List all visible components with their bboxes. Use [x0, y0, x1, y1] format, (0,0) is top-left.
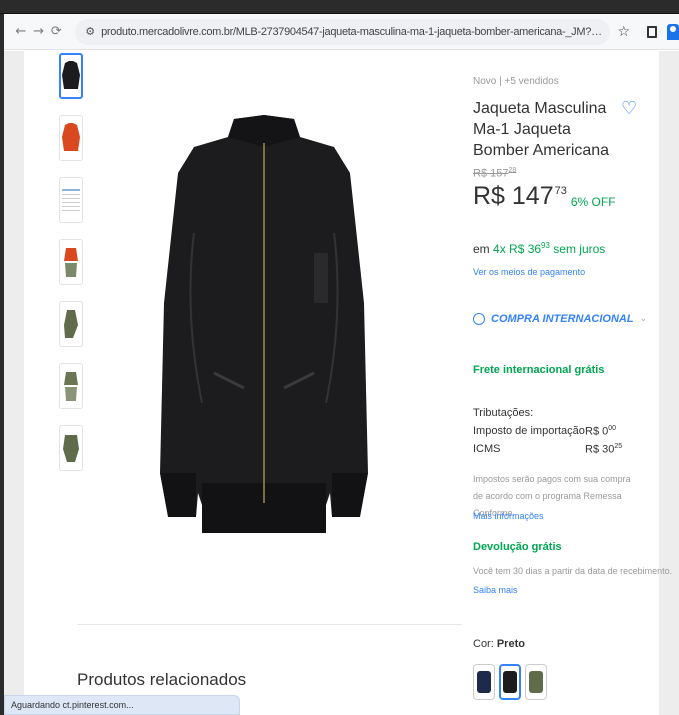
thumbnail-5[interactable] — [59, 301, 83, 347]
site-settings-icon[interactable]: ⚙ — [85, 25, 95, 38]
learn-more-link[interactable]: Saiba mais — [473, 585, 518, 595]
old-price: R$ 15728 — [473, 167, 517, 180]
bookmark-star-icon[interactable]: ☆ — [618, 24, 636, 40]
chevron-down-icon: ⌄ — [639, 314, 648, 324]
reload-icon[interactable]: ⟳ — [47, 22, 65, 42]
price-amount: R$ 147 — [473, 182, 554, 210]
size-chart-thumb-icon — [62, 189, 80, 211]
model-thumb-icon — [64, 372, 78, 401]
black-jacket-icon — [503, 671, 517, 693]
taxes-label: Tributações: — [473, 407, 534, 419]
model-thumb-icon — [63, 435, 79, 462]
page-right-gutter — [659, 51, 679, 715]
status-bar: Aguardando ct.pinterest.com... — [4, 695, 240, 715]
browser-toolbar: ← → ⟳ ⚙ produto.mercadolivre.com.br/MLB-… — [4, 14, 679, 50]
more-info-link[interactable]: Mais informações — [473, 511, 544, 521]
model-thumb-icon — [64, 248, 78, 277]
shipping-info: Frete internacional grátis — [473, 364, 605, 376]
related-products-title: Produtos relacionados — [77, 670, 247, 689]
returns-title: Devolução grátis — [473, 541, 562, 553]
window-top-bar — [0, 0, 679, 14]
product-title: Jaqueta Masculina Ma-1 Jaqueta Bomber Am… — [473, 100, 610, 159]
thumbnail-2[interactable] — [59, 115, 83, 161]
payment-methods-link[interactable]: Ver os meios de pagamento — [473, 267, 585, 277]
navy-jacket-icon — [477, 671, 491, 693]
price-cents: 73 — [554, 185, 567, 197]
thumbnail-6[interactable] — [59, 363, 83, 409]
olive-jacket-icon — [529, 671, 543, 693]
globe-icon — [473, 313, 485, 325]
thumbnail-3[interactable] — [59, 177, 83, 223]
main-product-image — [160, 115, 368, 533]
page-left-gutter — [4, 51, 24, 715]
color-swatch-black[interactable] — [499, 664, 521, 700]
model-thumb-icon — [64, 310, 78, 338]
url-text[interactable]: produto.mercadolivre.com.br/MLB-27379045… — [101, 26, 609, 38]
tax-row: Imposto de importação R$ 000 — [473, 425, 617, 438]
product-page: Produtos relacionados Novo | +5 vendidos… — [4, 51, 679, 715]
condition-sales: Novo | +5 vendidos — [473, 76, 559, 87]
tax-row: ICMS R$ 3025 — [473, 443, 623, 456]
jacket-thumb-icon — [62, 61, 80, 89]
thumbnail-7[interactable] — [59, 425, 83, 471]
address-bar[interactable]: ⚙ produto.mercadolivre.com.br/MLB-273790… — [75, 18, 610, 45]
section-divider — [77, 624, 462, 625]
color-swatches — [473, 664, 551, 700]
returns-note: Você tem 30 dias a partir da data de rec… — [473, 566, 673, 576]
thumbnail-4[interactable] — [59, 239, 83, 285]
color-label: Cor: Preto — [473, 638, 525, 650]
thumbnail-1[interactable] — [59, 53, 83, 99]
back-arrow-icon[interactable]: ← — [12, 22, 30, 42]
thumbnail-gallery — [59, 53, 85, 487]
installments: em 4x R$ 3693 sem juros — [473, 241, 606, 256]
color-swatch-olive[interactable] — [525, 664, 547, 700]
profile-avatar-icon[interactable] — [667, 23, 679, 40]
side-panel-icon[interactable] — [647, 25, 658, 38]
international-purchase[interactable]: COMPRA INTERNACIONAL ⌄ — [473, 313, 647, 325]
color-swatch-navy[interactable] — [473, 664, 495, 700]
discount-badge: 6% OFF — [570, 195, 616, 209]
orange-jacket-thumb-icon — [62, 123, 80, 151]
current-price: R$ 147 73 6% OFF — [473, 182, 616, 211]
forward-arrow-icon[interactable]: → — [30, 22, 48, 42]
favorite-heart-icon[interactable]: ♡ — [621, 98, 637, 119]
